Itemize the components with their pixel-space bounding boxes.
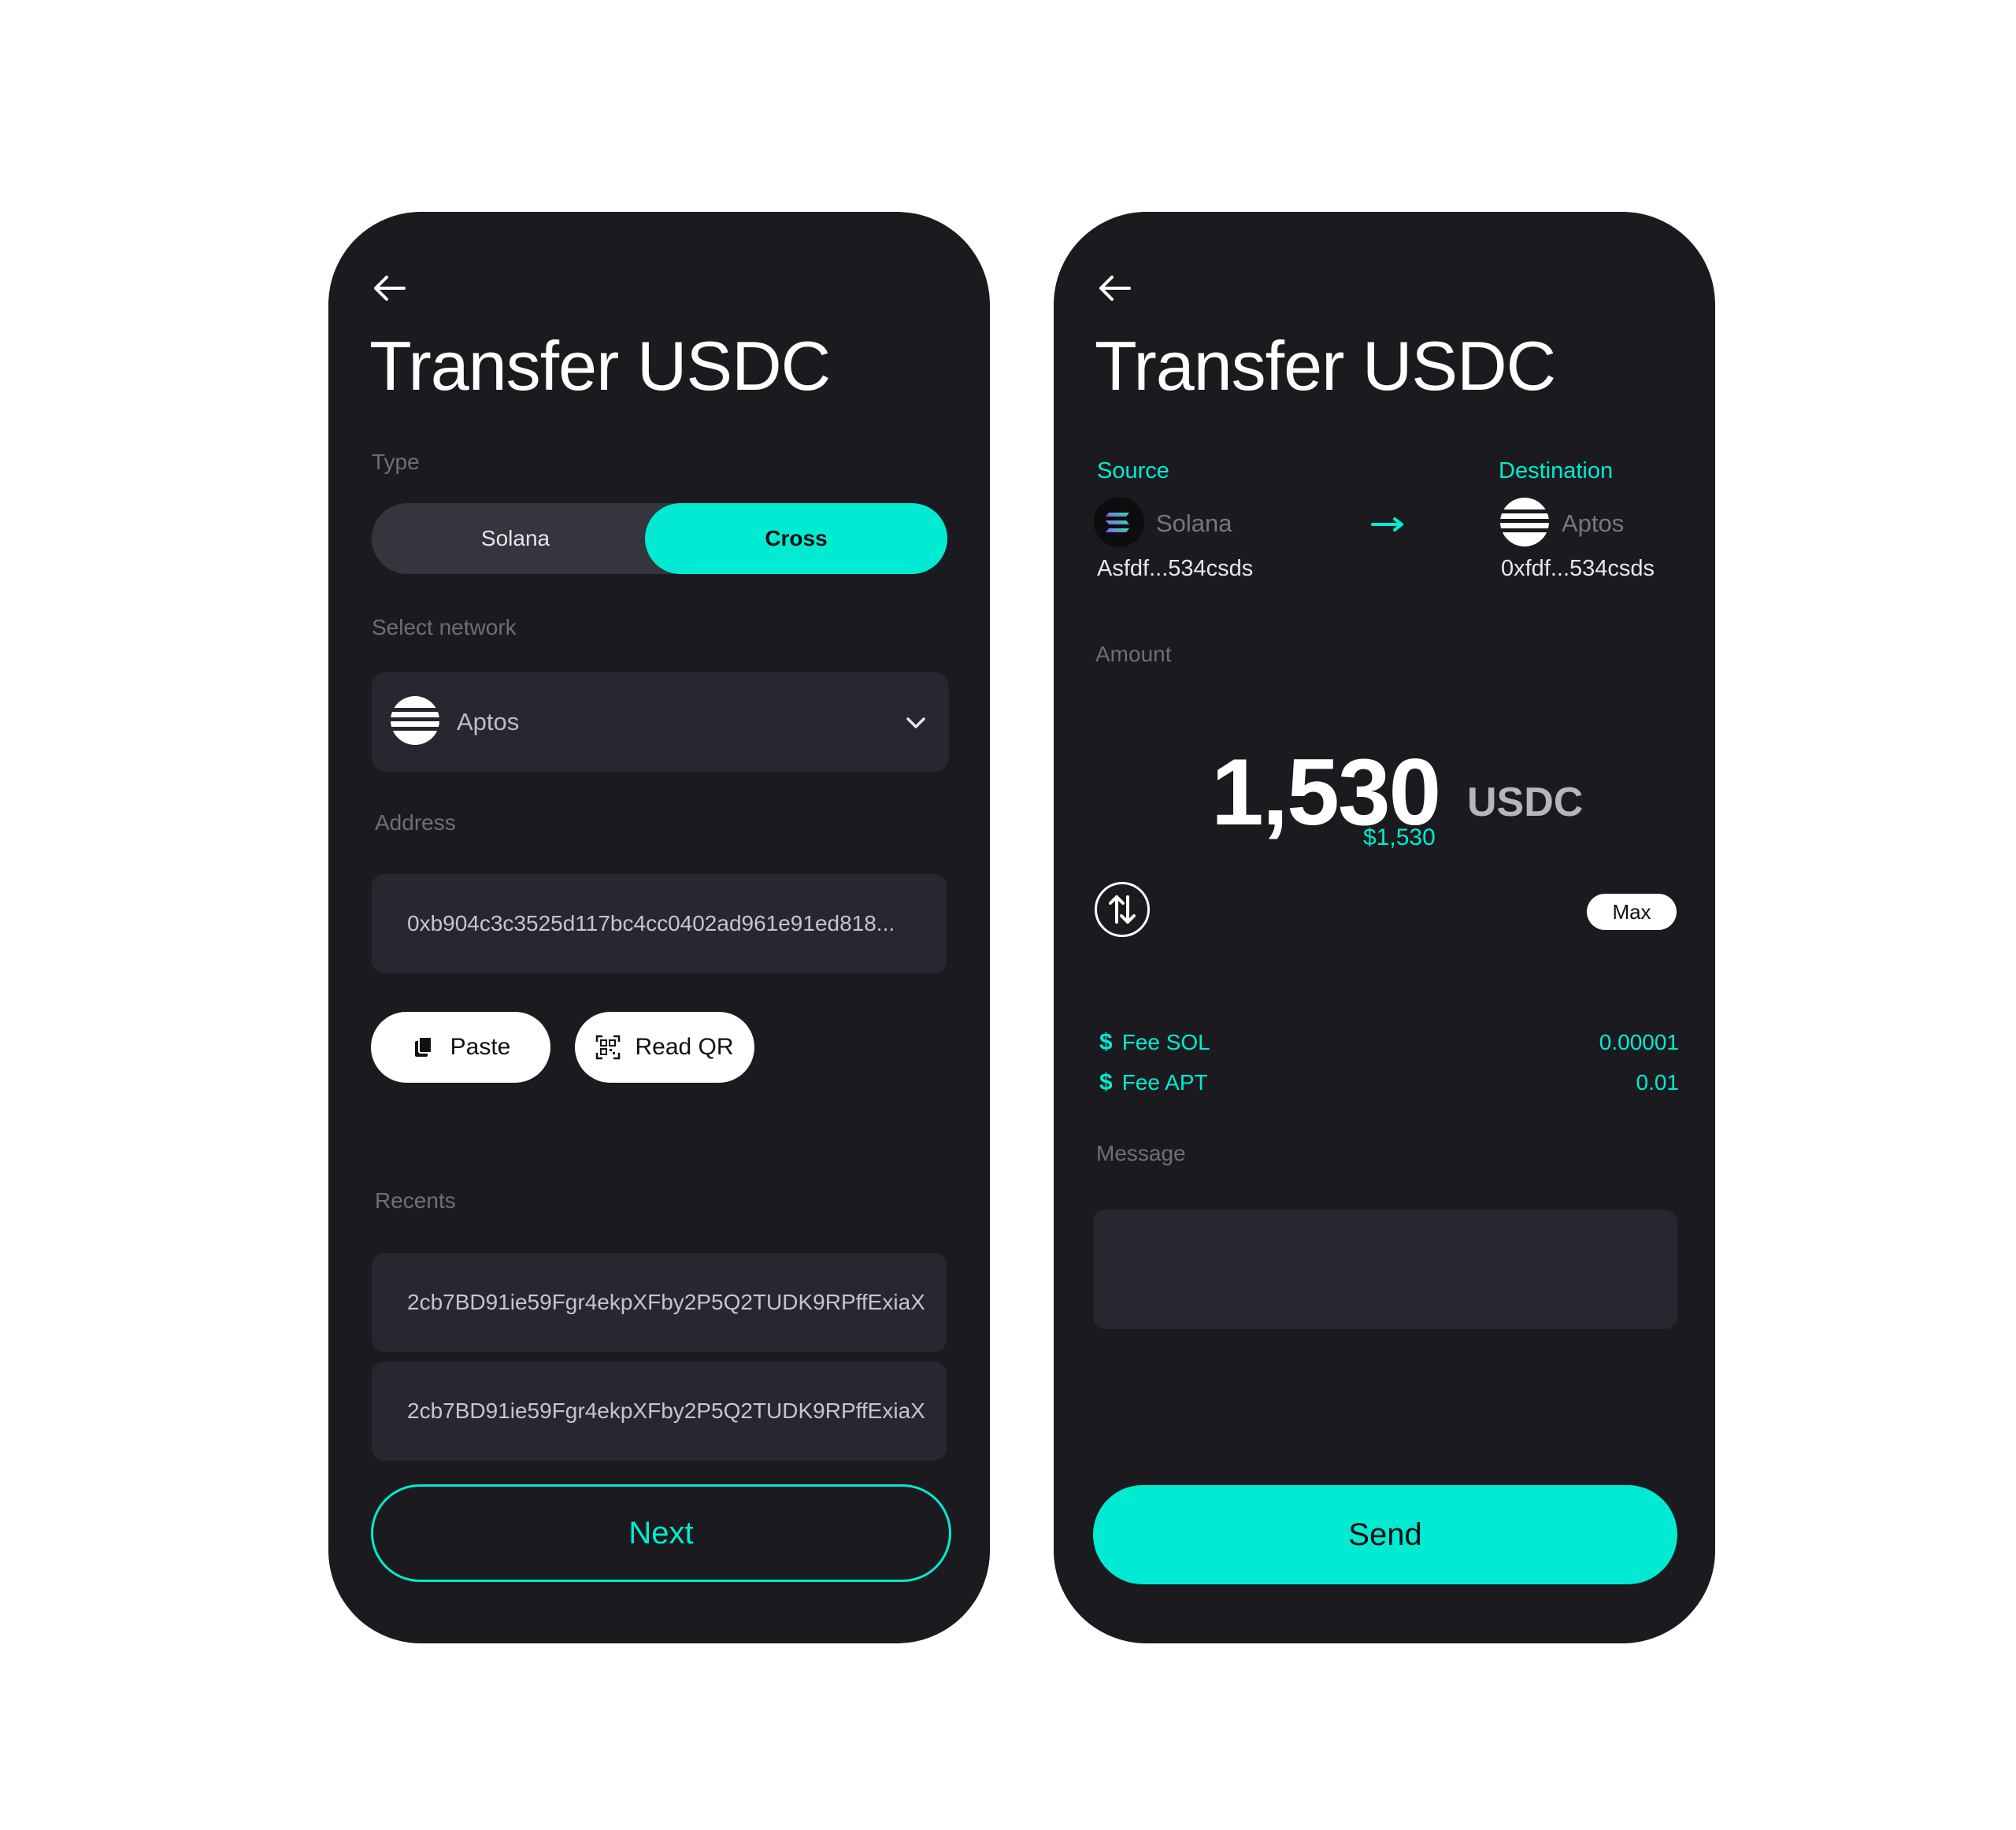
network-select[interactable]: Aptos — [372, 672, 949, 772]
qr-code-icon — [596, 1035, 621, 1060]
send-button[interactable]: Send — [1093, 1485, 1677, 1584]
clipboard-icon — [414, 1036, 432, 1057]
arrow-right-icon — [1371, 517, 1403, 532]
swap-currency-button[interactable] — [1095, 882, 1150, 937]
destination-address: 0xfdf...534csds — [1501, 556, 1655, 581]
back-button[interactable] — [369, 269, 409, 308]
paste-button-label: Paste — [450, 1034, 511, 1060]
page-title: Transfer USDC — [369, 327, 831, 405]
swap-vertical-icon — [1109, 895, 1136, 924]
fee-value: 0.00001 — [1599, 1030, 1679, 1054]
aptos-logo-icon — [389, 696, 441, 745]
transfer-screen-confirm: Transfer USDC Source Solana Asfdf...534c… — [1054, 212, 1715, 1643]
address-input-value: 0xb904c3c3525d117bc4cc0402ad961e91ed818.… — [407, 911, 895, 935]
source-label: Source — [1097, 458, 1169, 483]
message-input[interactable] — [1093, 1210, 1677, 1329]
paste-button[interactable]: Paste — [371, 1012, 550, 1083]
dollar-icon: $ — [1099, 1069, 1113, 1095]
recent-address-text: 2cb7BD91ie59Fgr4ekpXFby2P5Q2TUDK9RPffExi… — [407, 1398, 925, 1423]
arrow-left-icon — [1099, 276, 1131, 301]
arrow-left-icon — [374, 276, 406, 301]
destination-label: Destination — [1499, 458, 1614, 483]
recent-address-item[interactable]: 2cb7BD91ie59Fgr4ekpXFby2P5Q2TUDK9RPffExi… — [372, 1253, 947, 1352]
aptos-logo-icon — [1499, 498, 1551, 546]
source-address: Asfdf...534csds — [1097, 556, 1254, 581]
type-option-cross[interactable]: Cross — [645, 503, 947, 574]
read-qr-button[interactable]: Read QR — [575, 1012, 754, 1083]
network-select-value: Aptos — [457, 708, 520, 735]
page-title: Transfer USDC — [1095, 327, 1556, 405]
next-button[interactable]: Next — [371, 1484, 951, 1582]
recent-address-item[interactable]: 2cb7BD91ie59Fgr4ekpXFby2P5Q2TUDK9RPffExi… — [372, 1361, 947, 1461]
read-qr-button-label: Read QR — [635, 1034, 734, 1060]
recents-label: Recents — [375, 1188, 456, 1213]
solana-logo-icon — [1094, 497, 1144, 547]
select-network-label: Select network — [372, 615, 517, 639]
fee-label: Fee SOL — [1121, 1030, 1210, 1054]
type-label: Type — [372, 450, 420, 474]
type-option-solana[interactable]: Solana — [372, 503, 659, 574]
type-segmented-control: Solana Cross — [372, 503, 947, 574]
address-label: Address — [375, 810, 456, 835]
amount-fiat-value: $1,530 — [1363, 824, 1436, 850]
dollar-icon: $ — [1099, 1029, 1113, 1055]
amount-unit: USDC — [1467, 780, 1584, 825]
source-network-name: Solana — [1156, 509, 1232, 537]
back-button[interactable] — [1095, 269, 1134, 308]
max-button[interactable]: Max — [1587, 894, 1677, 930]
transfer-screen-select: Transfer USDC Type Solana Cross Select n… — [328, 212, 990, 1643]
address-input[interactable]: 0xb904c3c3525d117bc4cc0402ad961e91ed818.… — [372, 874, 947, 973]
recent-address-text: 2cb7BD91ie59Fgr4ekpXFby2P5Q2TUDK9RPffExi… — [407, 1290, 925, 1314]
destination-network-name: Aptos — [1562, 509, 1625, 537]
fee-label: Fee APT — [1121, 1070, 1208, 1095]
fee-value: 0.01 — [1636, 1070, 1680, 1095]
message-label: Message — [1096, 1141, 1186, 1165]
chevron-down-icon — [906, 717, 925, 728]
fee-row: $ Fee APT 0.01 — [1099, 1067, 1679, 1098]
fee-row: $ Fee SOL 0.00001 — [1099, 1027, 1679, 1058]
amount-label: Amount — [1095, 642, 1172, 666]
